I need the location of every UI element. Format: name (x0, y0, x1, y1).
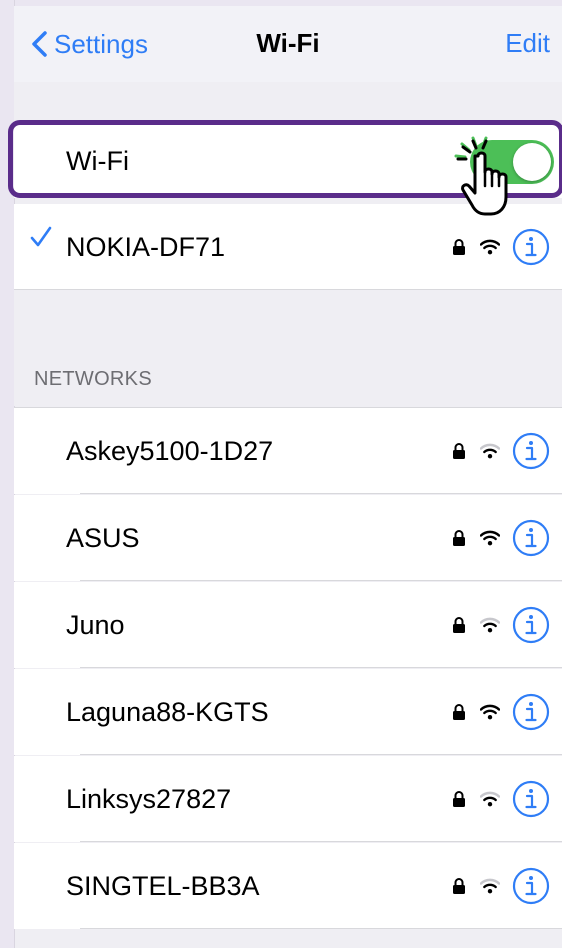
row-separator (80, 754, 562, 755)
wifi-toggle-label: Wi-Fi (66, 146, 129, 176)
wifi-signal-icon (480, 704, 500, 720)
info-icon[interactable] (512, 606, 550, 644)
network-name: Askey5100-1D27 (66, 436, 274, 466)
lock-icon (453, 791, 465, 807)
chevron-left-icon (32, 31, 47, 57)
connected-network-name: NOKIA-DF71 (66, 232, 226, 262)
info-icon[interactable] (512, 693, 550, 731)
lock-icon (453, 617, 465, 633)
checkmark-icon (30, 226, 52, 247)
network-name: Juno (66, 610, 125, 640)
back-button-label: Settings (54, 28, 148, 59)
networks-section-header: NETWORKS (34, 368, 152, 390)
wifi-signal-icon (480, 443, 500, 459)
toggle-knob (513, 143, 551, 181)
lock-icon (453, 239, 465, 255)
network-row[interactable]: Askey5100-1D27 (14, 408, 562, 494)
section-gap (14, 82, 562, 124)
edit-button[interactable]: Edit (505, 28, 550, 59)
info-icon[interactable] (512, 519, 550, 557)
wifi-signal-icon (480, 239, 500, 255)
lock-icon (453, 704, 465, 720)
lock-icon (453, 443, 465, 459)
info-icon[interactable] (512, 432, 550, 470)
lock-icon (453, 878, 465, 894)
wifi-signal-icon (480, 530, 500, 546)
row-separator (80, 928, 562, 929)
navigation-bar: Settings Wi-Fi Edit (14, 6, 562, 82)
network-name: Laguna88-KGTS (66, 697, 269, 727)
wifi-signal-icon (480, 878, 500, 894)
network-row[interactable]: Juno (14, 582, 562, 668)
row-separator (80, 841, 562, 842)
frame-left (0, 0, 15, 948)
connected-network-row[interactable]: NOKIA-DF71 (14, 204, 562, 290)
wifi-toggle-switch[interactable] (470, 140, 554, 184)
wifi-signal-icon (480, 617, 500, 633)
row-separator (80, 493, 562, 494)
network-row[interactable]: Linksys27827 (14, 756, 562, 842)
back-button[interactable]: Settings (30, 26, 148, 62)
row-separator (80, 580, 562, 581)
info-icon[interactable] (512, 228, 550, 266)
info-icon[interactable] (512, 780, 550, 818)
network-name: SINGTEL-BB3A (66, 871, 260, 901)
row-separator (80, 667, 562, 668)
page-title: Wi-Fi (256, 28, 320, 58)
network-row[interactable]: ASUS (14, 495, 562, 581)
lock-icon (453, 530, 465, 546)
wifi-signal-icon (480, 791, 500, 807)
group-top-border (14, 407, 562, 408)
network-row[interactable]: Laguna88-KGTS (14, 669, 562, 755)
info-icon[interactable] (512, 867, 550, 905)
network-row[interactable]: SINGTEL-BB3A (14, 843, 562, 929)
network-name: Linksys27827 (66, 784, 232, 814)
network-name: ASUS (66, 523, 140, 553)
